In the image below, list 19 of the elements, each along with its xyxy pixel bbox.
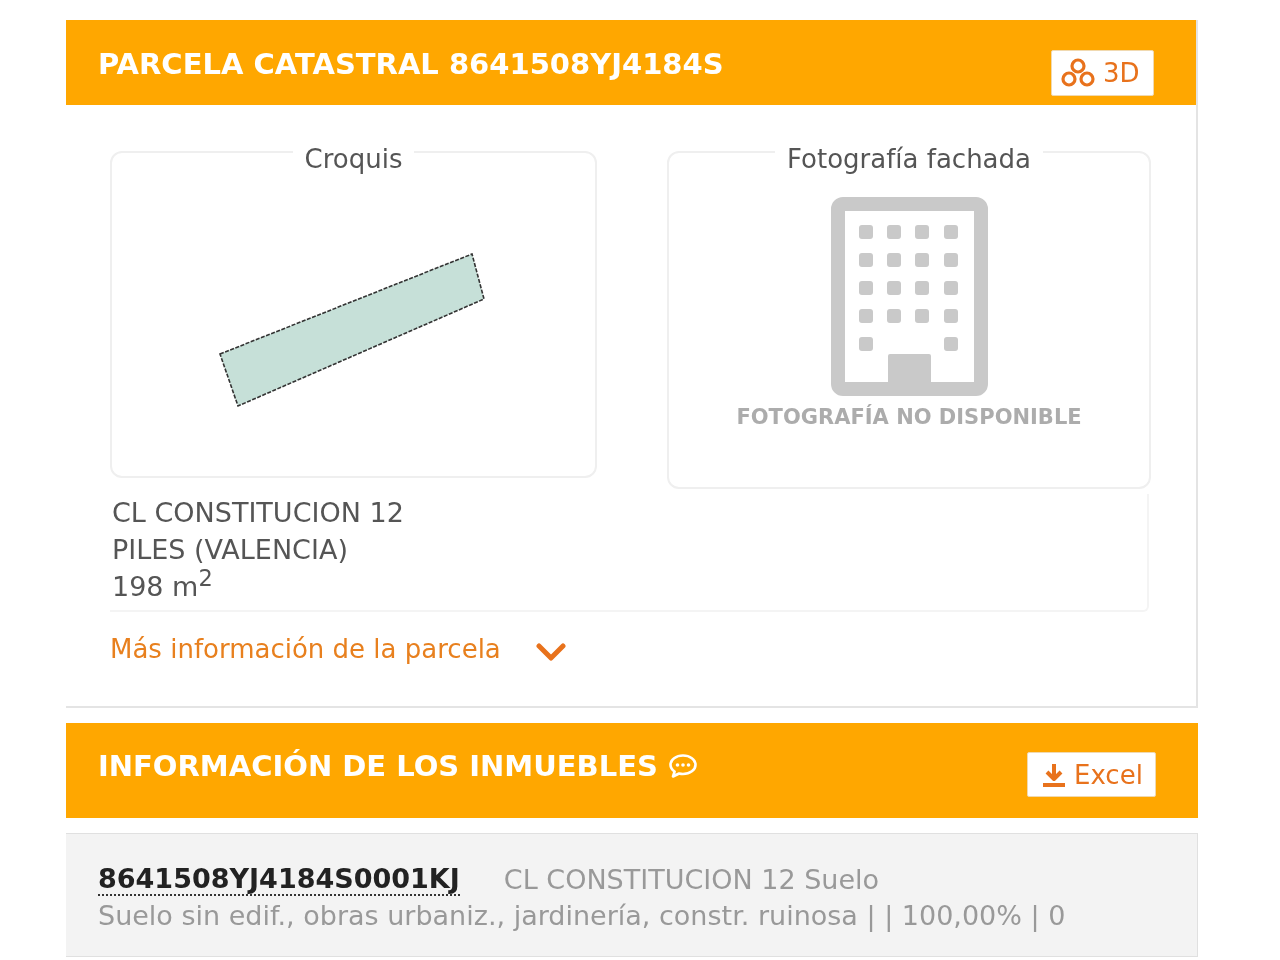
chevron-down-icon[interactable] xyxy=(535,642,566,662)
address-line: PILES (VALENCIA) xyxy=(112,533,348,567)
property-details: Suelo sin edif., obras urbaniz., jardinería, constr. ruinosa | | 100,00% | 0 xyxy=(98,899,1066,934)
address-line: 198 m$^{2}$ xyxy=(112,568,213,604)
more-info-link[interactable]: Más información de la parcela xyxy=(110,634,501,664)
download-icon xyxy=(1042,761,1066,788)
panel-title: PARCELA CATASTRAL 8641508YJ4184S xyxy=(98,47,724,81)
frame-legend: Croquis xyxy=(292,131,415,173)
address-line: CL CONSTITUCION 12 xyxy=(112,496,404,530)
excel-export-button[interactable]: Excel xyxy=(1027,752,1156,797)
3d-view-button[interactable]: 3D xyxy=(1051,50,1154,96)
property-address: CL CONSTITUCION 12 Suelo xyxy=(503,863,880,897)
frame-legend: Fotografía fachada xyxy=(775,131,1043,173)
property-reference-link[interactable]: 8641508YJ4184S0001KJ xyxy=(98,864,460,896)
circles-icon xyxy=(1061,58,1095,88)
building-icon xyxy=(830,197,988,396)
panel-title: INFORMACIÓN DE LOS INMUEBLES xyxy=(98,749,658,783)
photo-unavailable-message: FOTOGRAFÍA NO DISPONIBLE xyxy=(736,405,1082,429)
speech-bubble-icon xyxy=(667,753,698,779)
